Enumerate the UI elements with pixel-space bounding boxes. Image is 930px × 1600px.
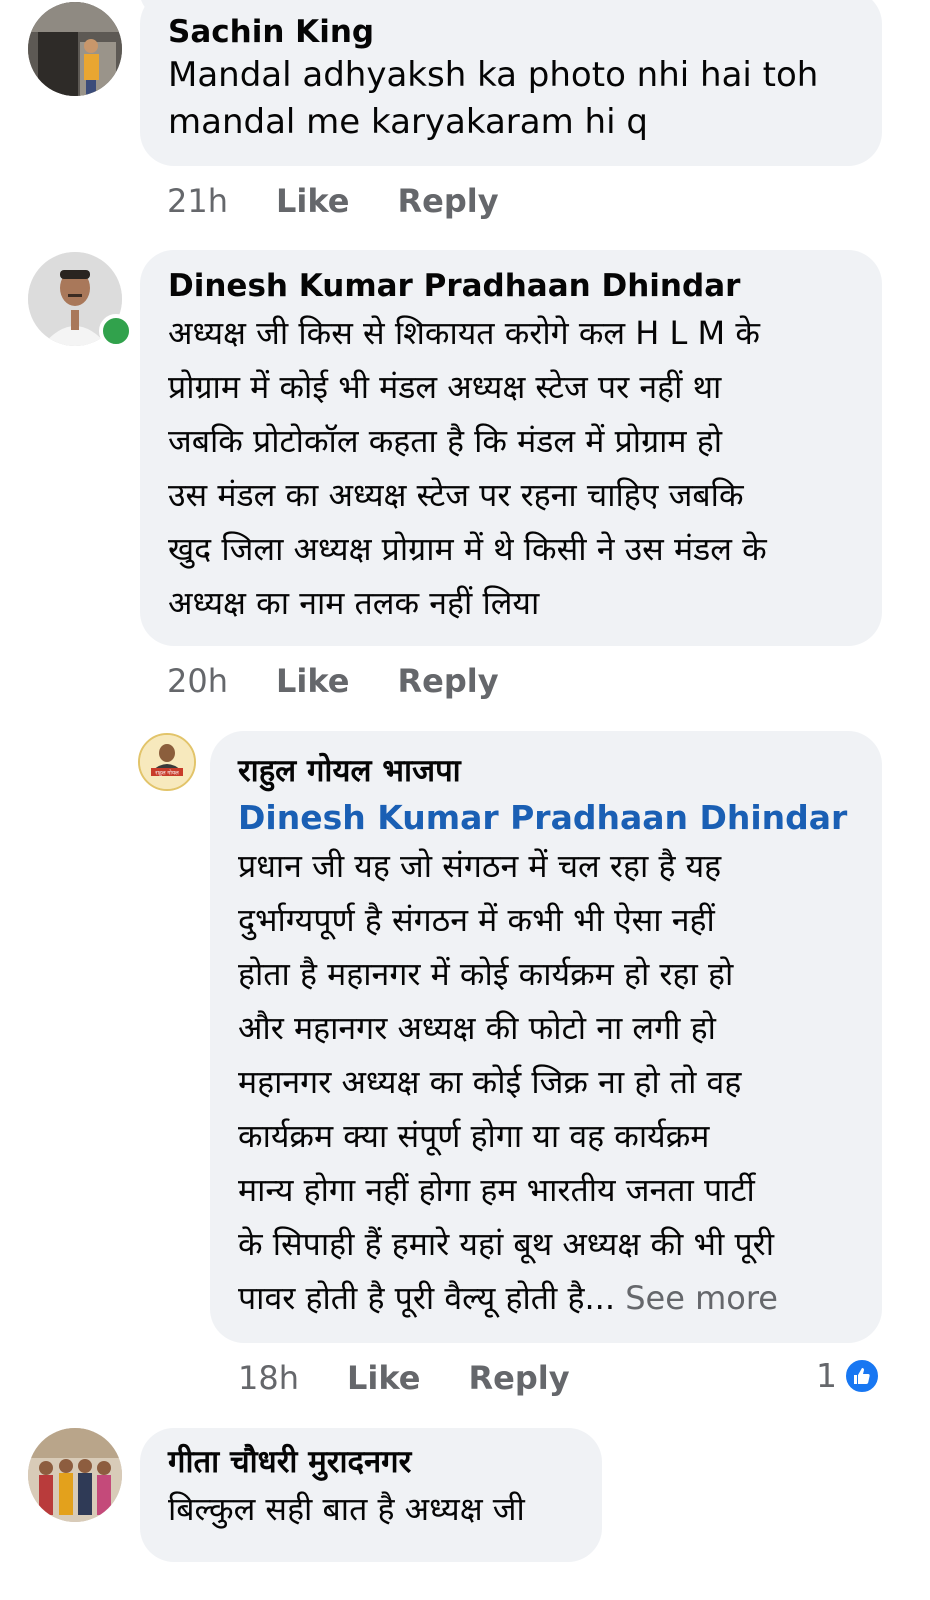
- reply-button[interactable]: Reply: [468, 1359, 569, 1397]
- comment-text: बिल्कुल सही बात है अध्यक्ष जी: [168, 1490, 525, 1528]
- like-button[interactable]: Like: [347, 1359, 420, 1397]
- comment-actions: 18h Like Reply: [238, 1359, 570, 1397]
- comment-text: Mandal adhyaksh ka photo nhi hai toh man…: [168, 55, 819, 142]
- comment-time[interactable]: 21h: [167, 182, 228, 220]
- reply-button[interactable]: Reply: [397, 182, 498, 220]
- comment-bubble[interactable]: Sachin King Mandal adhyaksh ka photo nhi…: [140, 0, 882, 166]
- avatar-badge-text: राहुल गोयल: [155, 770, 179, 777]
- comment-text: अध्यक्ष जी किस से शिकायत करोगे कल H L M …: [168, 314, 767, 622]
- reply-button[interactable]: Reply: [397, 662, 498, 700]
- comment-author[interactable]: Dinesh Kumar Pradhaan Dhindar: [168, 266, 882, 306]
- mention-link[interactable]: Dinesh Kumar Pradhaan Dhindar: [238, 797, 882, 839]
- avatar[interactable]: राहुल गोयल: [138, 733, 196, 791]
- avatar[interactable]: [28, 2, 122, 96]
- comment-author[interactable]: गीता चौधरी मुरादनगर: [168, 1442, 602, 1482]
- see-more-link[interactable]: See more: [625, 1279, 778, 1317]
- comment-author[interactable]: Sachin King: [168, 12, 882, 52]
- comment-time[interactable]: 20h: [167, 662, 228, 700]
- avatar[interactable]: [28, 1428, 122, 1522]
- reaction-summary[interactable]: 1: [816, 1356, 881, 1395]
- comment-bubble[interactable]: Dinesh Kumar Pradhaan Dhindar अध्यक्ष जी…: [140, 250, 882, 646]
- comment-text: प्रधान जी यह जो संगठन में चल रहा है यह द…: [238, 839, 882, 1325]
- online-status-icon: [99, 314, 133, 348]
- thumbs-up-icon: [843, 1356, 881, 1395]
- comment-bubble[interactable]: राहुल गोयल भाजपा Dinesh Kumar Pradhaan D…: [210, 731, 882, 1343]
- like-button[interactable]: Like: [276, 662, 349, 700]
- comment-text-body: प्रधान जी यह जो संगठन में चल रहा है यह द…: [238, 847, 775, 1317]
- comment-bubble[interactable]: गीता चौधरी मुरादनगर बिल्कुल सही बात है अ…: [140, 1428, 602, 1562]
- comment-actions: 21h Like Reply: [167, 182, 499, 220]
- reaction-count: 1: [816, 1356, 837, 1395]
- comment-actions: 20h Like Reply: [167, 662, 499, 700]
- comments-screen: Sachin King Mandal adhyaksh ka photo nhi…: [0, 0, 930, 1600]
- comment-time[interactable]: 18h: [238, 1359, 299, 1397]
- like-button[interactable]: Like: [276, 182, 349, 220]
- comment-author[interactable]: राहुल गोयल भाजपा: [238, 751, 882, 791]
